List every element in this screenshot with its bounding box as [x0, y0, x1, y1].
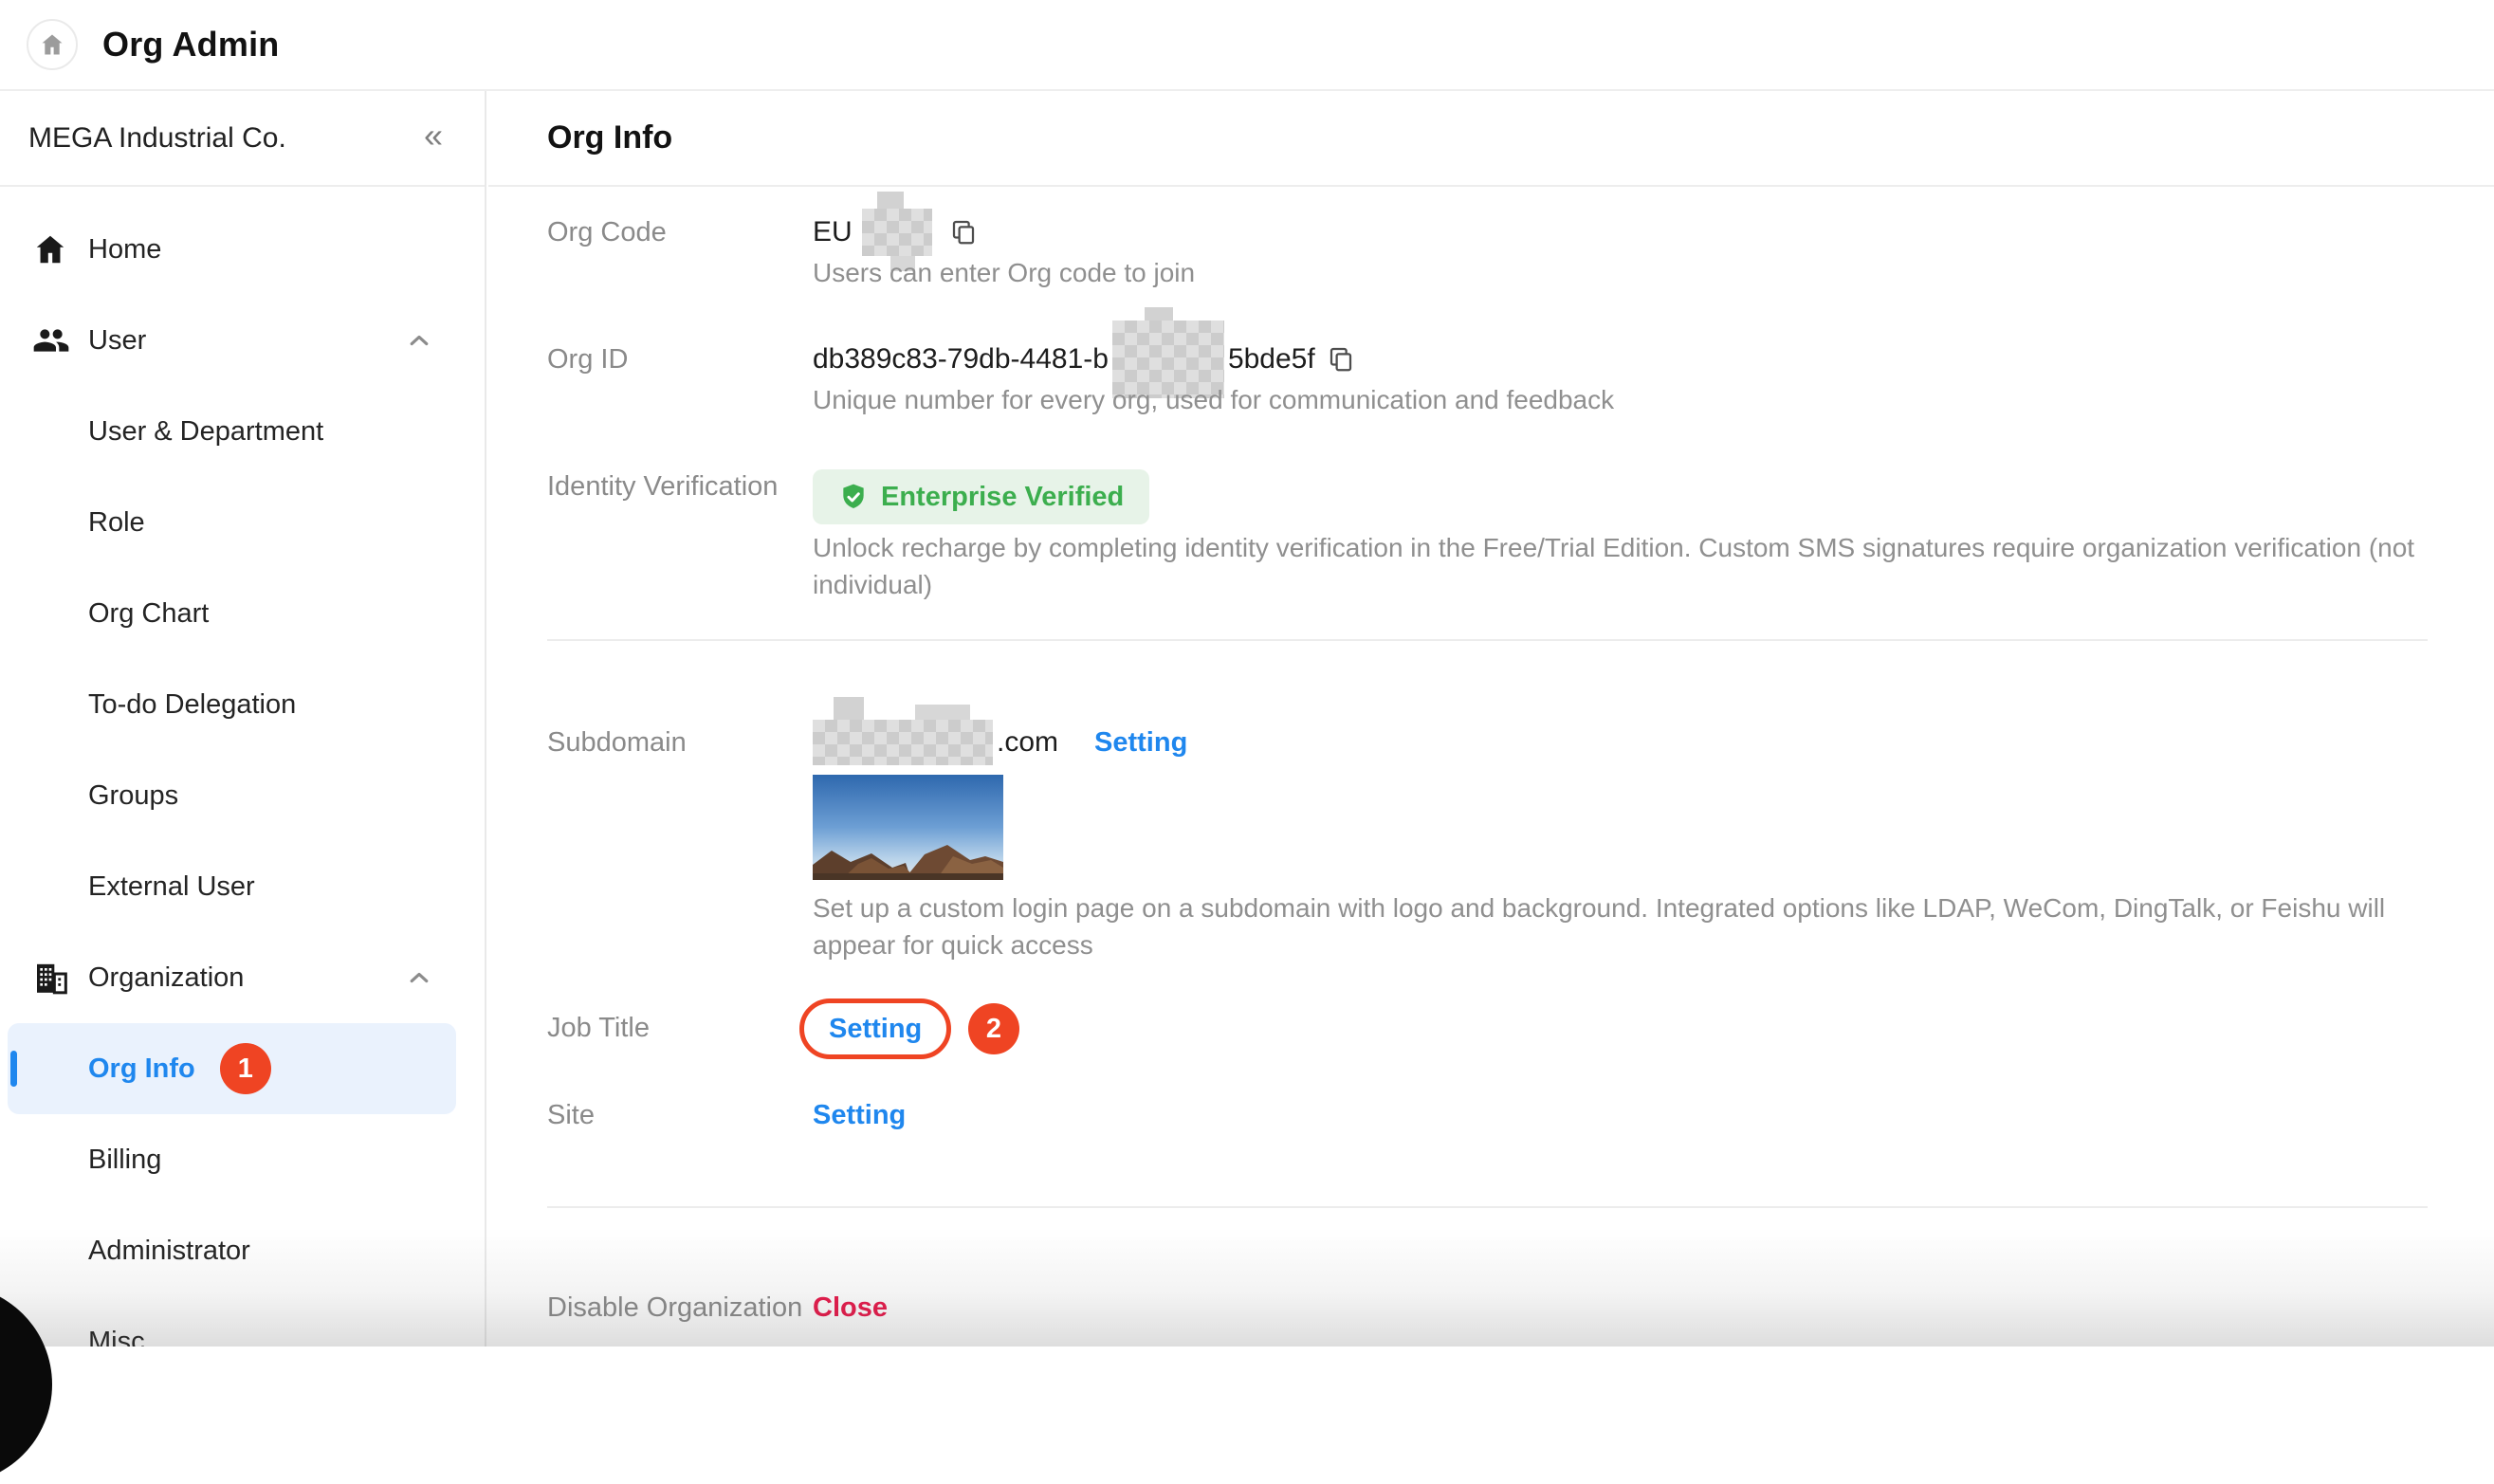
sidebar-item-label: Misc. [88, 1327, 153, 1347]
redacted-subdomain [813, 720, 993, 765]
page-title: Org Info [547, 119, 672, 156]
subdomain-value: .com Setting [813, 722, 1187, 763]
disable-organization-label: Disable Organization [547, 1287, 802, 1328]
job-title-setting-link[interactable]: Setting [829, 1014, 922, 1045]
sidebar-item-label: Role [88, 507, 145, 539]
org-id-prefix: db389c83-79db-4481-b [813, 343, 1109, 376]
copy-icon [1327, 345, 1355, 374]
sidebar-item-label: Groups [88, 780, 178, 812]
sidebar-item-label: To-do Delegation [88, 689, 296, 721]
sidebar-item-org-info[interactable]: Org Info 1 [8, 1023, 456, 1114]
redacted-org-code [862, 209, 932, 256]
app-title: Org Admin [102, 25, 279, 64]
sidebar-item-label: User & Department [88, 416, 323, 448]
disable-organization-close-link[interactable]: Close [813, 1292, 888, 1324]
chevron-up-icon [403, 962, 435, 994]
org-info-panel: Org Info Org Code EU Users can enter Org… [488, 91, 2494, 1347]
chevron-up-icon [403, 324, 435, 357]
collapse-sidebar-icon[interactable]: « [424, 119, 443, 158]
sidebar-item-label: Organization [88, 962, 244, 994]
identity-verification-desc: Unlock recharge by completing identity v… [813, 529, 2494, 603]
site-setting-link[interactable]: Setting [813, 1100, 906, 1131]
copy-org-id-button[interactable] [1327, 345, 1355, 374]
org-name: MEGA Industrial Co. [28, 122, 286, 155]
subdomain-suffix: .com [997, 726, 1058, 759]
org-code-prefix: EU [813, 216, 853, 248]
home-icon [39, 31, 65, 58]
sidebar: MEGA Industrial Co. « Home User User & D… [0, 91, 486, 1347]
home-icon [32, 231, 88, 267]
sidebar-item-groups[interactable]: Groups [0, 750, 485, 841]
sidebar-item-role[interactable]: Role [0, 477, 485, 568]
login-page-preview-image [813, 775, 1003, 880]
org-id-suffix: 5bde5f [1228, 343, 1315, 376]
sidebar-item-external-user[interactable]: External User [0, 841, 485, 932]
sidebar-item-user-department[interactable]: User & Department [0, 386, 485, 477]
copy-org-code-button[interactable] [949, 218, 978, 247]
sidebar-item-misc[interactable]: Misc. [0, 1296, 485, 1347]
identity-verification-label: Identity Verification [547, 466, 778, 507]
page-header: Org Info [488, 91, 2494, 187]
org-code-label: Org Code [547, 211, 667, 253]
org-code-desc: Users can enter Org code to join [813, 254, 1195, 291]
sidebar-item-todo-delegation[interactable]: To-do Delegation [0, 659, 485, 750]
disable-organization-value: Close [813, 1287, 888, 1328]
sidebar-item-home[interactable]: Home [0, 204, 485, 295]
sidebar-header: MEGA Industrial Co. « [0, 91, 485, 187]
building-icon [32, 959, 88, 997]
sidebar-item-billing[interactable]: Billing [0, 1114, 485, 1205]
step-badge-1: 1 [220, 1043, 271, 1094]
job-title-label: Job Title [547, 1007, 650, 1049]
sidebar-item-label: Home [88, 234, 161, 266]
sidebar-item-label: User [88, 325, 146, 357]
subdomain-label: Subdomain [547, 722, 687, 763]
verified-badge-label: Enterprise Verified [881, 482, 1124, 513]
section-divider [547, 639, 2428, 641]
org-id-label: Org ID [547, 339, 628, 380]
subdomain-desc: Set up a custom login page on a subdomai… [813, 889, 2425, 963]
sidebar-item-label: Billing [88, 1145, 161, 1176]
sidebar-item-label: External User [88, 871, 255, 903]
sidebar-item-organization[interactable]: Organization [0, 932, 485, 1023]
sidebar-item-label: Administrator [88, 1236, 250, 1267]
top-bar: Org Admin [0, 0, 2494, 91]
sidebar-item-label: Org Chart [88, 598, 209, 630]
org-id-desc: Unique number for every org, used for co… [813, 381, 1614, 418]
sidebar-item-label: Org Info [88, 1053, 195, 1085]
enterprise-verified-badge: Enterprise Verified [813, 469, 1149, 524]
users-icon [32, 321, 88, 359]
copy-icon [949, 218, 978, 247]
org-code-value: EU [813, 211, 978, 253]
site-label: Site [547, 1094, 595, 1136]
step-badge-2: 2 [968, 1003, 1019, 1054]
sidebar-item-administrator[interactable]: Administrator [0, 1205, 485, 1296]
active-indicator [10, 1051, 17, 1087]
section-divider [547, 1206, 2428, 1208]
site-value: Setting [813, 1094, 906, 1136]
org-id-value: db389c83-79db-4481-b 5bde5f [813, 339, 1355, 380]
shield-check-icon [838, 482, 869, 512]
home-button[interactable] [27, 19, 78, 70]
sidebar-item-org-chart[interactable]: Org Chart [0, 568, 485, 659]
annotation-highlight-ellipse: Setting [799, 998, 951, 1059]
sidebar-menu: Home User User & Department Role Org Cha… [0, 187, 485, 1347]
sidebar-item-user[interactable]: User [0, 295, 485, 386]
subdomain-setting-link[interactable]: Setting [1094, 727, 1187, 759]
